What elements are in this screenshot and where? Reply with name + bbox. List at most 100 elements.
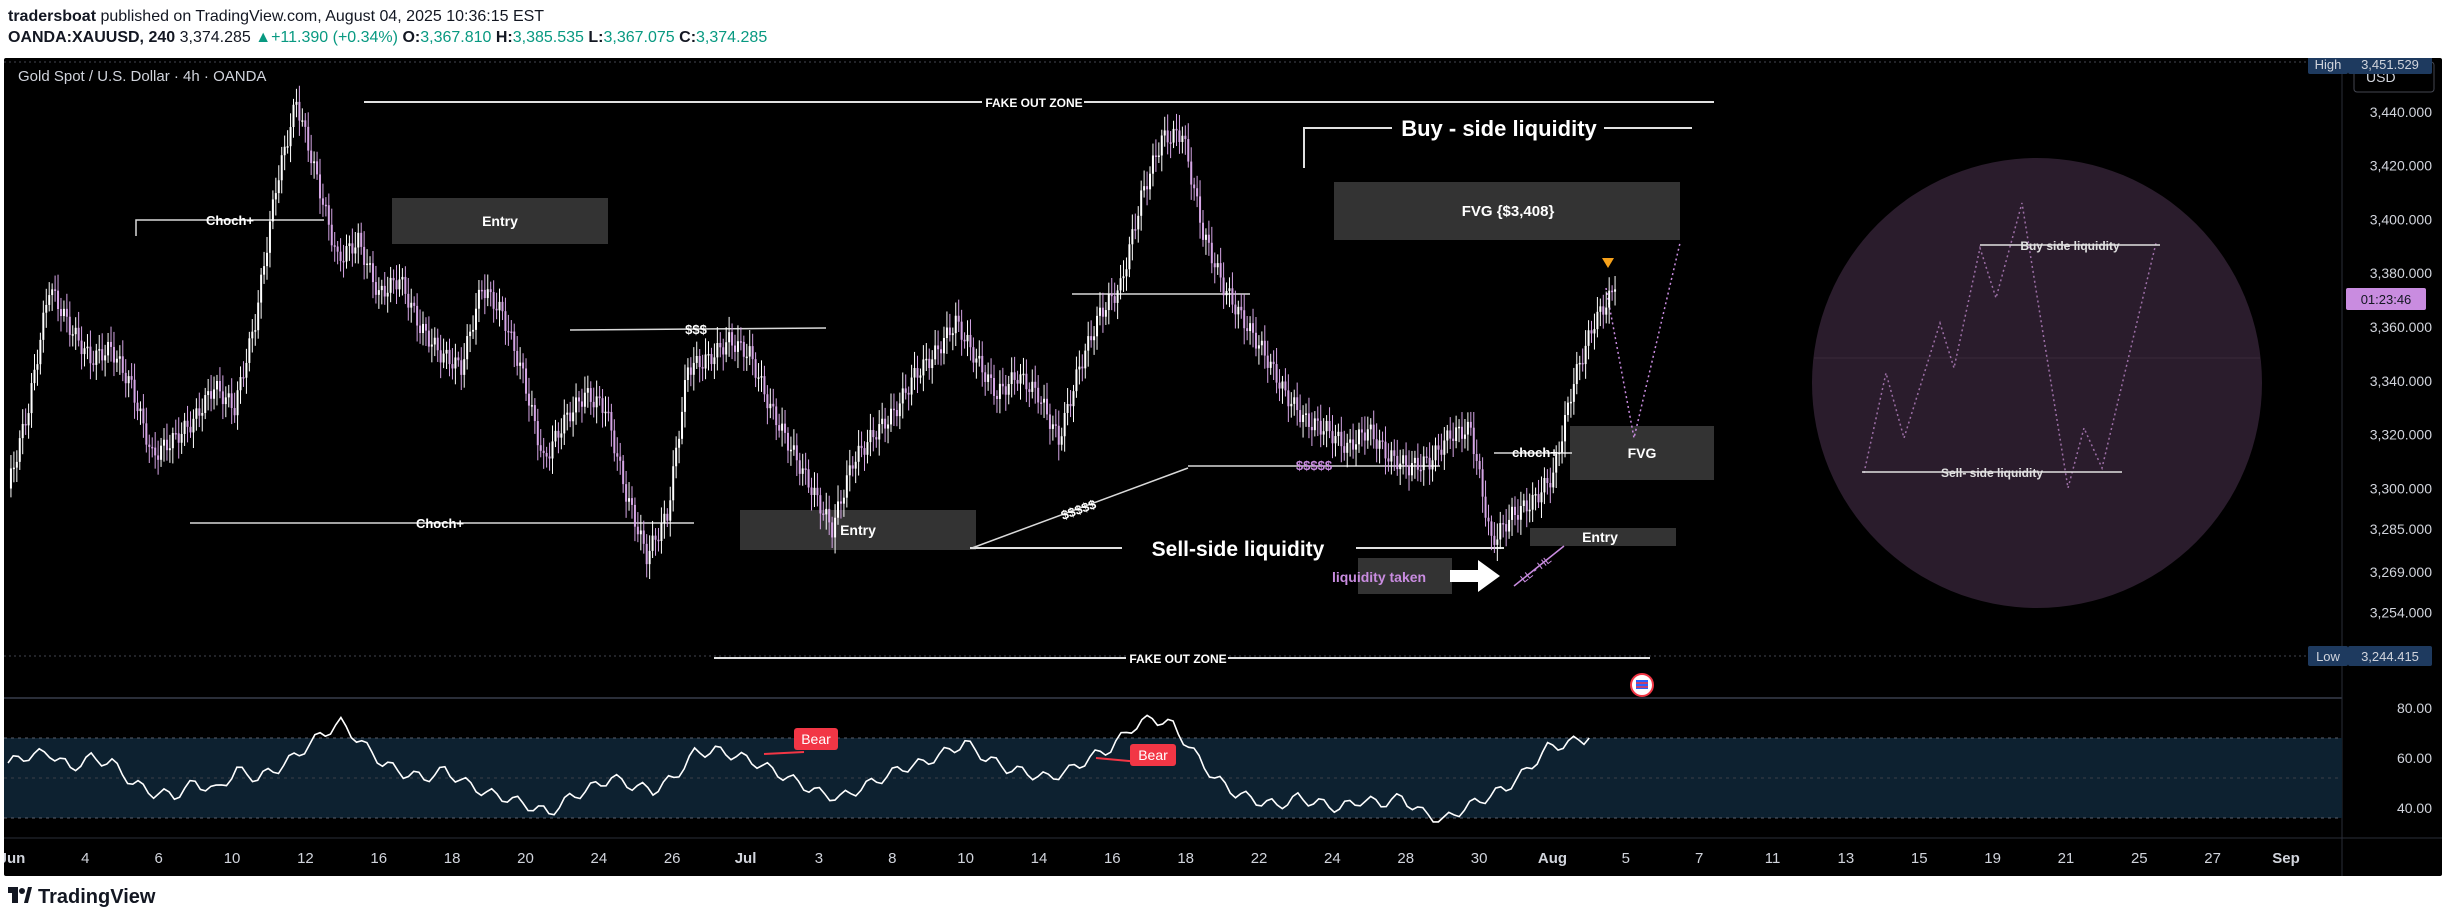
candle-body xyxy=(74,327,77,335)
chart-panel[interactable]: Gold Spot / U.S. Dollar · 4h · OANDA USD… xyxy=(0,54,2442,876)
candle-body xyxy=(145,423,148,445)
candle-body xyxy=(339,251,342,261)
candle-body xyxy=(201,412,204,416)
candle-body xyxy=(1234,304,1237,315)
tradingview-brand[interactable]: TradingView xyxy=(8,886,155,909)
candle-body xyxy=(1051,424,1054,429)
candle-body xyxy=(1207,234,1210,243)
candle-body xyxy=(945,327,948,339)
candle-body xyxy=(1611,290,1614,293)
candle-body xyxy=(1599,306,1602,312)
fake-out-label-bottom: FAKE OUT ZONE xyxy=(1129,652,1226,666)
candle-series[interactable] xyxy=(9,85,1617,580)
candle-body xyxy=(1346,442,1349,453)
time-tick-label: 20 xyxy=(517,850,534,867)
candle-body xyxy=(845,475,848,498)
candle-body xyxy=(380,285,383,291)
candle-body xyxy=(36,364,39,370)
candle-body xyxy=(566,412,569,415)
candle-body xyxy=(636,526,639,535)
candle-body xyxy=(569,412,572,422)
candle-body xyxy=(1614,289,1617,292)
rsi-axis[interactable]: 80.00 60.00 40.00 xyxy=(2397,700,2432,816)
author-name[interactable]: tradersboat xyxy=(8,8,96,25)
ll-hl-label: LL - HL xyxy=(1518,554,1553,585)
time-tick-label: 27 xyxy=(2204,850,2221,867)
candle-body xyxy=(1016,379,1019,384)
candle-body xyxy=(545,452,548,457)
chart-canvas[interactable]: Gold Spot / U.S. Dollar · 4h · OANDA USD… xyxy=(0,54,2442,876)
candle-body xyxy=(1372,424,1375,440)
candle-body xyxy=(775,406,778,426)
candle-body xyxy=(210,391,213,399)
candle-body xyxy=(981,355,984,373)
buy-side-line-left[interactable] xyxy=(1303,127,1392,168)
candle-body xyxy=(1463,434,1466,439)
candle-body xyxy=(510,331,513,334)
up-triangle-icon: ▲ xyxy=(255,29,272,46)
time-tick-label: 3 xyxy=(815,850,823,867)
candle-body xyxy=(1045,398,1048,415)
candle-body xyxy=(1396,455,1399,470)
candle-body xyxy=(1472,427,1475,455)
candle-body xyxy=(633,504,636,527)
candle-body xyxy=(1140,190,1143,216)
candle-body xyxy=(745,356,748,359)
candle-body xyxy=(583,392,586,407)
time-axis[interactable]: Jun 4 6 10 12 16 18 20 24 26 Jul 3 8 10 14 16 18 22 24 28 30… xyxy=(0,850,2300,867)
candle-body xyxy=(1151,155,1154,174)
choch-label-1: Choch+ xyxy=(206,213,254,228)
candle-body xyxy=(1587,330,1590,346)
candle-body xyxy=(401,276,404,280)
candle-body xyxy=(321,198,324,205)
candle-body xyxy=(292,104,295,128)
candle-body xyxy=(1069,403,1072,407)
candle-body xyxy=(887,424,890,429)
candle-body xyxy=(354,247,357,254)
candle-body xyxy=(1402,455,1405,464)
candle-body xyxy=(189,426,192,433)
candle-body xyxy=(1478,460,1481,470)
candle-body xyxy=(1081,366,1084,369)
candle-body xyxy=(1222,277,1225,296)
candle-body xyxy=(987,374,990,382)
candle-body xyxy=(327,205,330,225)
time-tick-label: 10 xyxy=(224,850,241,867)
candle-body xyxy=(663,513,666,524)
candle-body xyxy=(430,344,433,347)
candle-body xyxy=(1093,336,1096,341)
high-value-label: 3,451.529 xyxy=(2361,58,2419,72)
candle-body xyxy=(392,277,395,281)
candle-body xyxy=(1190,161,1193,185)
time-tick-label: 12 xyxy=(297,850,314,867)
candle-body xyxy=(1572,384,1575,402)
candle-body xyxy=(504,311,507,331)
candle-body xyxy=(110,341,113,347)
candle-body xyxy=(1213,263,1216,268)
candle-body xyxy=(383,285,386,297)
candle-body xyxy=(62,308,65,317)
candle-body xyxy=(754,359,757,378)
candle-body xyxy=(501,301,504,312)
candle-body xyxy=(869,430,872,443)
candle-body xyxy=(1549,482,1552,488)
candle-body xyxy=(857,445,860,462)
price-axis[interactable]: 3,440.000 3,420.000 3,400.000 3,380.000 3,36… xyxy=(2370,104,2432,620)
candle-body xyxy=(527,393,530,406)
candle-body xyxy=(1257,345,1260,349)
candle-body xyxy=(578,397,581,402)
candle-body xyxy=(1010,372,1013,385)
candle-body xyxy=(1096,315,1099,337)
candle-body xyxy=(1060,436,1063,445)
candle-body xyxy=(165,439,168,451)
candle-body xyxy=(557,430,560,438)
candle-body xyxy=(68,316,71,335)
candle-body xyxy=(1296,397,1299,411)
candle-body xyxy=(1034,381,1037,388)
candle-body xyxy=(1054,424,1057,426)
candle-body xyxy=(548,456,551,459)
candle-body xyxy=(1128,244,1131,270)
entry-zone-2-label: Entry xyxy=(840,522,876,538)
candle-body xyxy=(57,290,60,310)
candle-body xyxy=(834,517,837,538)
